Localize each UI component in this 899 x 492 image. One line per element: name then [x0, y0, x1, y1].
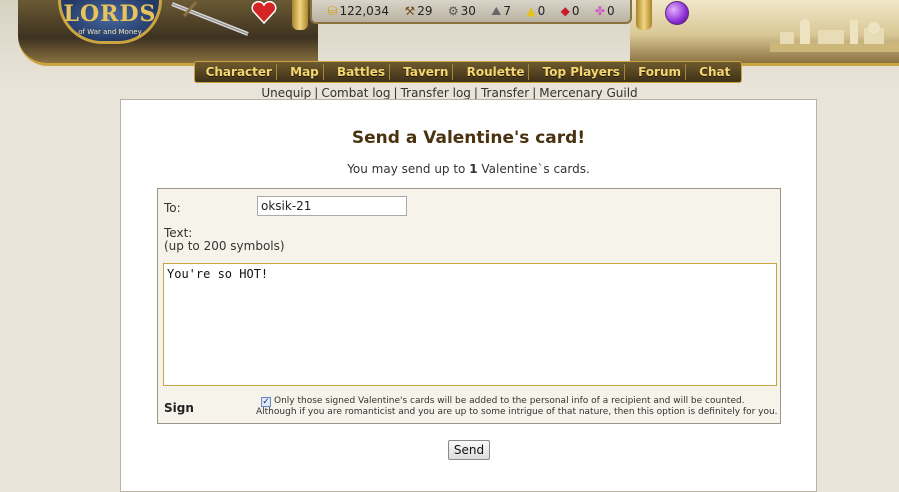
send-button[interactable]: Send: [448, 440, 490, 460]
nav-roulette[interactable]: Roulette: [463, 64, 530, 80]
nav-map[interactable]: Map: [286, 64, 324, 80]
gold-pillar-right: [636, 0, 652, 30]
crystals-icon: ✤: [594, 4, 605, 18]
sign-checkbox[interactable]: ✓: [261, 397, 271, 407]
sulfur-icon: ▲: [526, 4, 536, 18]
sign-label: Sign: [164, 401, 194, 415]
message-textarea[interactable]: You're so HOT!: [163, 263, 777, 386]
main-nav: Character Map Battles Tavern Roulette To…: [194, 61, 742, 83]
stat-crystals-value: 0: [606, 4, 615, 18]
nav-chat[interactable]: Chat: [695, 64, 734, 80]
nav-battles[interactable]: Battles: [333, 64, 391, 80]
nav-tavern[interactable]: Tavern: [399, 64, 454, 80]
stat-iron: ⚙ 30: [448, 4, 476, 18]
text-label: Text: (up to 200 symbols): [164, 227, 285, 253]
valentine-form: To: Text: (up to 200 symbols) You're so …: [157, 188, 781, 424]
nav-top-players[interactable]: Top Players: [539, 64, 625, 80]
iron-icon: ⚙: [447, 4, 459, 18]
valentine-panel: Send a Valentine's card! You may send up…: [120, 99, 817, 492]
logo-title: LORDS: [63, 1, 157, 27]
limit-count: 1: [469, 162, 478, 176]
purple-orb-icon[interactable]: [665, 1, 689, 25]
game-header: LORDS of War and Money ⛁ 122,034 ⚒ 29 ⚙ …: [0, 0, 899, 86]
gems-icon: ◆: [560, 4, 570, 18]
subnav-unequip[interactable]: Unequip: [261, 86, 311, 100]
stat-crystals: ✤ 0: [595, 4, 615, 18]
sub-nav: Unequip | Combat log | Transfer log | Transfer…: [261, 86, 638, 100]
stat-iron-value: 30: [460, 4, 476, 18]
logo-subtitle: of War and Money: [78, 28, 142, 36]
recipient-input[interactable]: [257, 196, 407, 216]
resource-bar: ⛁ 122,034 ⚒ 29 ⚙ 30 ⛰ 7 ▲ 0 ◆ 0 ✤ 0: [310, 0, 632, 24]
stat-sulfur: ▲ 0: [526, 4, 545, 18]
stat-stone: ⛰ 7: [491, 4, 511, 18]
heart-shield-icon[interactable]: [247, 0, 281, 26]
to-label: To:: [164, 201, 181, 215]
subnav-transfer[interactable]: Transfer: [481, 86, 529, 100]
gold-coins-icon: ⛁: [327, 4, 338, 18]
subnav-combat-log[interactable]: Combat log: [321, 86, 390, 100]
stat-wood: ⚒ 29: [404, 4, 432, 18]
send-limit-text: You may send up to 1 Valentine`s cards.: [121, 162, 816, 176]
subnav-mercenary-guild[interactable]: Mercenary Guild: [539, 86, 637, 100]
wood-icon: ⚒: [404, 4, 416, 18]
sign-note-primary: Only those signed Valentine's cards will…: [274, 396, 745, 406]
text-limit-hint: (up to 200 symbols): [164, 239, 285, 253]
limit-suffix: Valentine`s cards.: [477, 162, 590, 176]
stat-gold: ⛁ 122,034: [327, 4, 389, 18]
sword-icon: [171, 1, 249, 36]
stat-stone-value: 7: [503, 4, 512, 18]
nav-forum[interactable]: Forum: [634, 64, 686, 80]
stat-gems-value: 0: [571, 4, 580, 18]
palace-skyline-icon: [770, 19, 899, 52]
gold-pillar-left: [292, 0, 308, 30]
stat-sulfur-value: 0: [537, 4, 546, 18]
stat-wood-value: 29: [417, 4, 433, 18]
nav-character[interactable]: Character: [202, 64, 277, 80]
limit-prefix: You may send up to: [347, 162, 470, 176]
stat-gold-value: 122,034: [339, 4, 390, 18]
sign-note-secondary: Although if you are romanticist and you …: [256, 407, 778, 417]
stone-icon: ⛰: [491, 4, 502, 18]
page-title: Send a Valentine's card!: [351, 128, 586, 148]
subnav-transfer-log[interactable]: Transfer log: [401, 86, 471, 100]
stat-gems: ◆ 0: [561, 4, 580, 18]
